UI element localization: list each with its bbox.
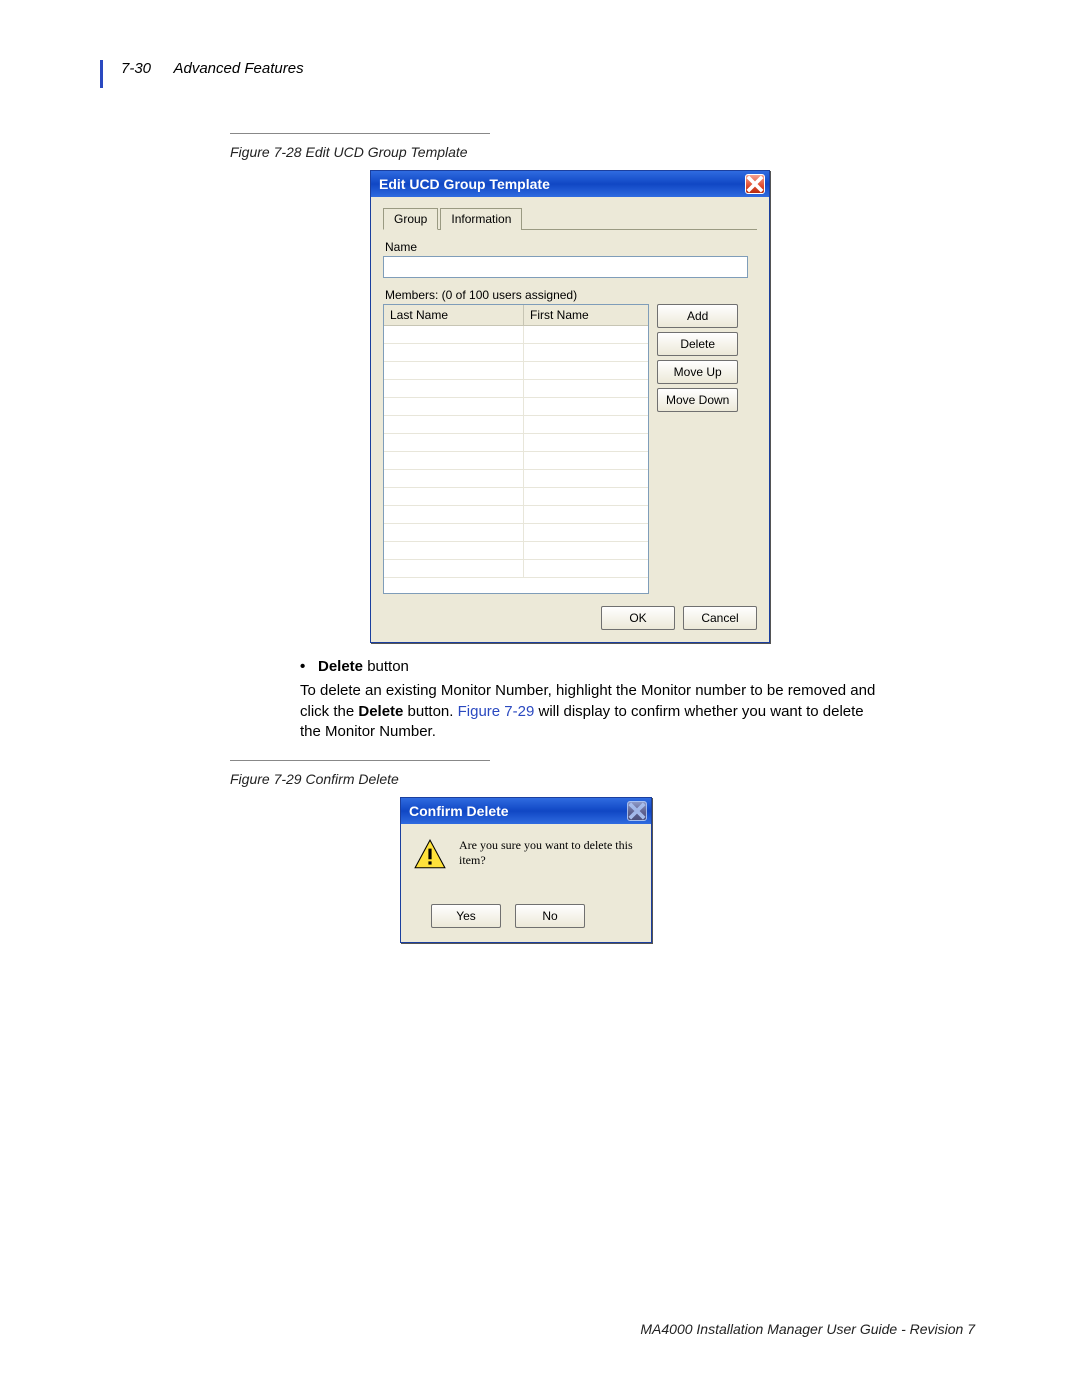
no-button[interactable]: No [515, 904, 585, 928]
members-label: Members: (0 of 100 users assigned) [385, 288, 757, 302]
add-button[interactable]: Add [657, 304, 738, 328]
confirm-title: Confirm Delete [409, 803, 627, 819]
warning-icon [413, 838, 447, 872]
page-footer: MA4000 Installation Manager User Guide -… [640, 1321, 975, 1337]
bullet-rest: button [363, 658, 409, 675]
table-row[interactable] [384, 380, 648, 398]
para-part2: button. [403, 703, 457, 720]
tab-group[interactable]: Group [383, 208, 438, 230]
table-row[interactable] [384, 524, 648, 542]
table-row[interactable] [384, 344, 648, 362]
table-row[interactable] [384, 326, 648, 344]
page-header: 7-30 Advanced Features [100, 60, 980, 88]
table-row[interactable] [384, 452, 648, 470]
table-row[interactable] [384, 470, 648, 488]
table-row[interactable] [384, 506, 648, 524]
figure-link[interactable]: Figure 7-29 [458, 703, 535, 720]
edit-ucd-dialog: Edit UCD Group Template Group Informatio… [370, 170, 770, 643]
table-row[interactable] [384, 416, 648, 434]
body-text: • Delete button To delete an existing Mo… [300, 657, 880, 742]
name-label: Name [385, 240, 757, 254]
cancel-button[interactable]: Cancel [683, 606, 757, 630]
ok-button[interactable]: OK [601, 606, 675, 630]
tab-strip: Group Information [383, 207, 757, 230]
column-first-name[interactable]: First Name [524, 305, 648, 326]
table-row[interactable] [384, 434, 648, 452]
bullet-icon: • [300, 657, 318, 677]
section-title: Advanced Features [173, 60, 303, 77]
dialog-titlebar[interactable]: Edit UCD Group Template [371, 171, 769, 197]
para-bold: Delete [358, 703, 403, 720]
move-down-button[interactable]: Move Down [657, 388, 738, 412]
members-grid[interactable]: Last Name First Name [383, 304, 649, 594]
bullet-bold: Delete [318, 658, 363, 675]
dialog-title: Edit UCD Group Template [379, 176, 745, 192]
yes-button[interactable]: Yes [431, 904, 501, 928]
figure-29-caption: Figure 7-29 Confirm Delete [230, 760, 490, 787]
move-up-button[interactable]: Move Up [657, 360, 738, 384]
tab-information[interactable]: Information [440, 208, 522, 230]
delete-button[interactable]: Delete [657, 332, 738, 356]
confirm-delete-dialog: Confirm Delete Are you sure you want to … [400, 797, 652, 943]
table-row[interactable] [384, 398, 648, 416]
page-number: 7-30 [121, 60, 151, 77]
name-input[interactable] [383, 256, 748, 278]
table-row[interactable] [384, 560, 648, 578]
close-icon [627, 801, 647, 821]
column-last-name[interactable]: Last Name [384, 305, 524, 326]
close-icon[interactable] [745, 174, 765, 194]
table-row[interactable] [384, 488, 648, 506]
figure-28-caption: Figure 7-28 Edit UCD Group Template [230, 133, 490, 160]
table-row[interactable] [384, 542, 648, 560]
confirm-message: Are you sure you want to delete this ite… [459, 838, 639, 868]
confirm-titlebar[interactable]: Confirm Delete [401, 798, 651, 824]
table-row[interactable] [384, 362, 648, 380]
